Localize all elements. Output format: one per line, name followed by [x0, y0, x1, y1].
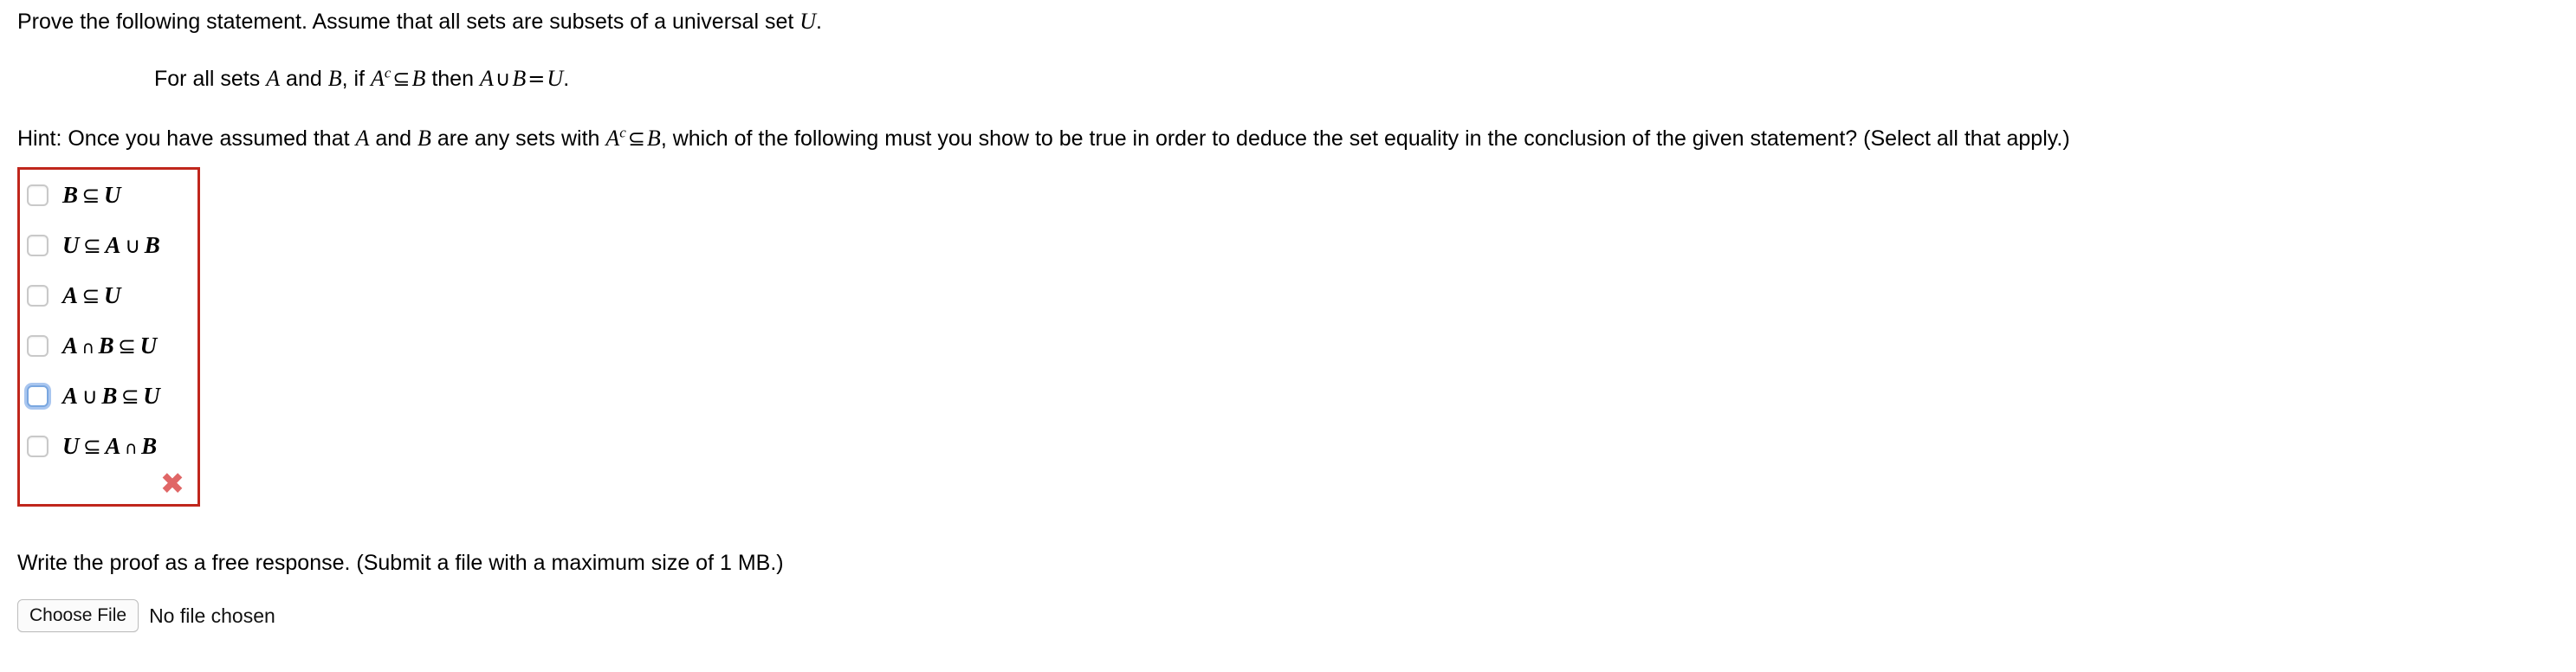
claim-var-u: U: [547, 66, 564, 91]
option-label-5[interactable]: A ∪ B ⊆ U: [62, 383, 160, 410]
math-variable: U: [103, 181, 121, 208]
hint-part-2: and: [369, 126, 417, 151]
claim-part-3: , if: [341, 67, 371, 91]
math-variable: U: [62, 231, 80, 258]
hint-part-1: Hint: Once you have assumed that: [17, 126, 356, 151]
hint-subset-or-equal-icon: ⊆: [627, 126, 645, 151]
math-variable: A: [62, 281, 79, 308]
math-variable: A: [105, 432, 121, 459]
claim-var-b2: B: [411, 66, 426, 91]
math-operator-icon: ⊆: [81, 182, 100, 208]
subset-or-equal-icon: ⊆: [392, 67, 411, 91]
claim-var-a3: A: [479, 66, 494, 91]
option-checkbox-3[interactable]: [27, 284, 49, 307]
claim-var-a1: A: [266, 66, 281, 91]
hint-var-a1: A: [355, 126, 370, 151]
hint-part-3: are any sets with: [430, 126, 606, 151]
equals-icon: =: [527, 67, 546, 91]
universal-set-symbol: U: [799, 9, 817, 34]
choose-file-button[interactable]: Choose File: [17, 599, 139, 632]
statement-prompt-lead: Prove the following statement. Assume th…: [17, 10, 800, 34]
option-label-1[interactable]: B ⊆ U: [62, 182, 121, 209]
math-variable: A: [105, 231, 121, 258]
option-row[interactable]: A ⊆ U: [27, 281, 121, 310]
option-label-2[interactable]: U ⊆ A ∪ B: [62, 232, 160, 259]
option-checkbox-1[interactable]: [27, 184, 49, 206]
math-variable: U: [139, 332, 158, 359]
claim-statement: For all sets A and B, if Ac⊆B then A∪B=U…: [154, 66, 569, 92]
claim-part-1: For all sets: [154, 67, 267, 91]
option-checkbox-5[interactable]: [27, 384, 49, 407]
option-row[interactable]: U ⊆ A ∩ B: [27, 431, 158, 461]
file-status-text: No file chosen: [149, 604, 275, 627]
hint-var-b2: B: [646, 126, 661, 151]
option-label-6[interactable]: U ⊆ A ∩ B: [62, 433, 158, 460]
option-row[interactable]: B ⊆ U: [27, 180, 121, 210]
math-variable: U: [103, 281, 121, 308]
statement-prompt: Prove the following statement. Assume th…: [17, 9, 822, 35]
math-variable: U: [143, 382, 161, 409]
math-variable: A: [62, 382, 79, 409]
free-response-prompt: Write the proof as a free response. (Sub…: [17, 551, 784, 575]
math-variable: B: [141, 432, 158, 459]
claim-var-a2: A: [370, 66, 385, 91]
hint-var-b1: B: [417, 126, 431, 151]
option-checkbox-4[interactable]: [27, 334, 49, 357]
math-operator-icon: ⊆: [81, 282, 100, 308]
answer-options-box: B ⊆ U U ⊆ A ∪ B A ⊆ U A ∩ B ⊆ U A ∪ B ⊆ U U ⊆ A ∩ B ✖: [17, 167, 200, 507]
union-icon: ∪: [495, 67, 511, 91]
question-page: Prove the following statement. Assume th…: [0, 0, 2576, 672]
math-operator-icon: ⊆: [83, 232, 102, 258]
claim-part-4: then: [425, 67, 480, 91]
file-upload-control: Choose File No file chosen: [17, 599, 275, 632]
math-operator-icon: ⊆: [118, 333, 137, 359]
math-operator-icon: ∩: [81, 336, 95, 358]
math-variable: A: [62, 332, 79, 359]
math-variable: B: [98, 332, 115, 359]
option-checkbox-6[interactable]: [27, 435, 49, 457]
incorrect-answer-icon: ✖: [159, 467, 185, 501]
math-operator-icon: ⊆: [120, 383, 140, 409]
math-variable: B: [62, 181, 79, 208]
claim-part-2: and: [280, 67, 328, 91]
math-operator-icon: ∩: [124, 436, 139, 458]
math-operator-icon: ∪: [124, 232, 141, 258]
option-row[interactable]: A ∪ B ⊆ U: [27, 381, 160, 410]
math-variable: U: [62, 432, 80, 459]
claim-var-b3: B: [512, 66, 527, 91]
claim-var-b1: B: [327, 66, 342, 91]
math-variable: B: [144, 231, 161, 258]
statement-prompt-period: .: [816, 10, 822, 34]
math-operator-icon: ⊆: [83, 433, 102, 459]
claim-part-5: .: [563, 67, 570, 91]
hint-part-4: , which of the following must you show t…: [660, 126, 2070, 151]
option-row[interactable]: U ⊆ A ∪ B: [27, 230, 160, 260]
hint-var-a2: A: [605, 126, 620, 151]
hint-complement-superscript: c: [619, 124, 626, 141]
math-variable: B: [101, 382, 118, 409]
option-label-4[interactable]: A ∩ B ⊆ U: [62, 333, 158, 359]
option-label-3[interactable]: A ⊆ U: [62, 282, 121, 309]
option-checkbox-2[interactable]: [27, 234, 49, 256]
option-row[interactable]: A ∩ B ⊆ U: [27, 331, 158, 360]
math-operator-icon: ∪: [81, 383, 99, 409]
hint-prompt: Hint: Once you have assumed that A and B…: [17, 126, 2070, 152]
